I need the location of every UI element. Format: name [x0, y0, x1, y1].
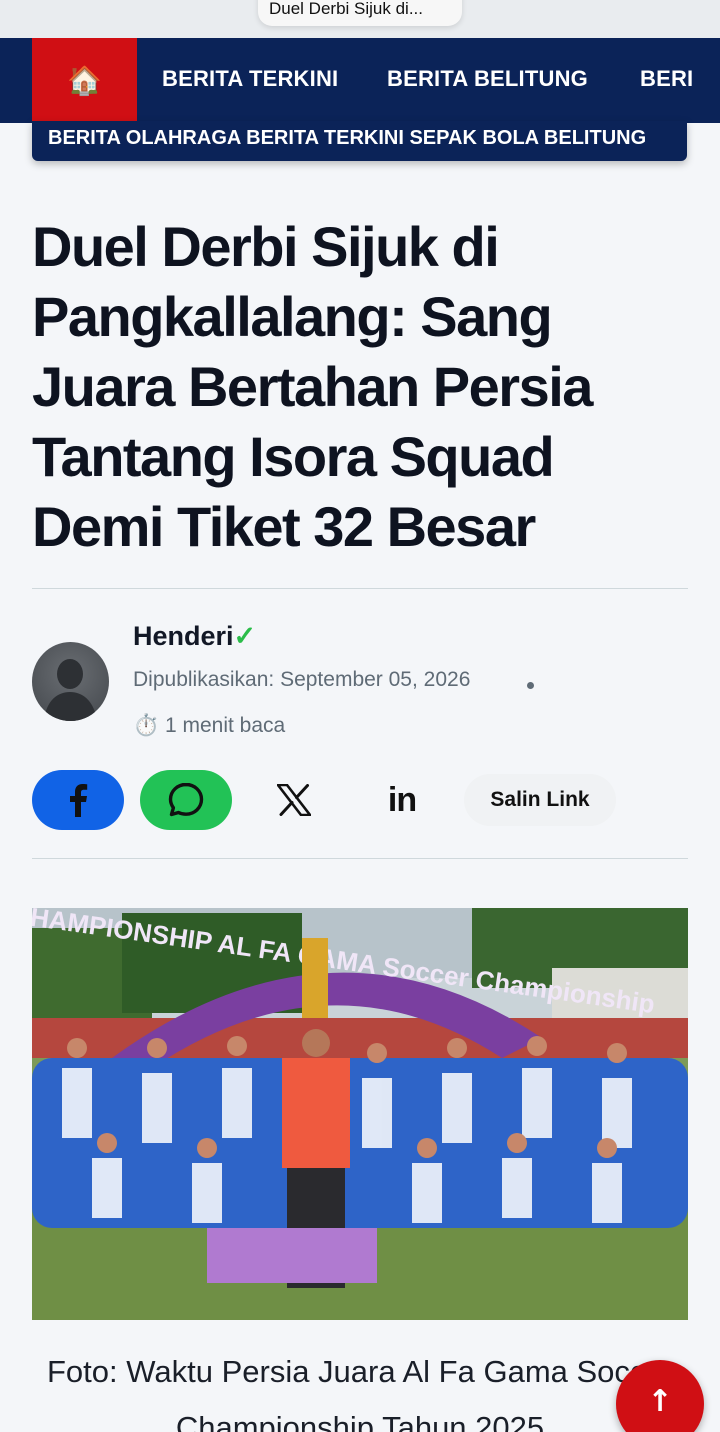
verified-check-icon: ✓ [233, 621, 257, 651]
category-bar[interactable]: BERITA OLAHRAGA BERITA TERKINI SEPAK BOL… [32, 121, 687, 161]
published-date: Dipublikasikan: September 05, 2026 [133, 668, 471, 691]
arrow-up-icon: ↑ [647, 1383, 673, 1419]
nav-item-berita-more[interactable]: BERI [640, 38, 693, 123]
share-whatsapp-button[interactable] [140, 770, 232, 830]
category-labels[interactable]: BERITA OLAHRAGA BERITA TERKINI SEPAK BOL… [48, 127, 646, 150]
nav-item-berita-terkini[interactable]: BERITA TERKINI [162, 38, 338, 123]
browser-tab[interactable]: Duel Derbi Sijuk di... [258, 0, 462, 26]
main-nav: 🏠 BERITA TERKINI BERITA BELITUNG BERI [0, 38, 720, 123]
linkedin-icon: in [387, 780, 417, 819]
home-icon: 🏠 [67, 64, 102, 97]
share-facebook-button[interactable] [32, 770, 124, 830]
browser-tab-title: Duel Derbi Sijuk di... [269, 0, 424, 18]
title-line: Juara Bertahan Persia [32, 355, 593, 418]
divider [32, 588, 688, 589]
author-name-text[interactable]: Henderi [133, 621, 234, 651]
read-time: ⏱️ 1 menit baca [133, 714, 286, 737]
nav-item-berita-belitung[interactable]: BERITA BELITUNG [387, 38, 588, 123]
browser-top-bar: Duel Derbi Sijuk di... [0, 0, 720, 38]
article-photo[interactable]: CHAMPIONSHIP AL FA GAMA Soccer Champions… [32, 908, 688, 1320]
separator-dot [527, 682, 534, 689]
title-line: Duel Derbi Sijuk di [32, 215, 500, 278]
title-line: Pangkallalang: Sang [32, 285, 553, 348]
copy-link-button[interactable]: Salin Link [464, 774, 616, 826]
whatsapp-icon [168, 782, 204, 817]
x-icon [277, 784, 311, 816]
facebook-icon [70, 784, 88, 817]
copy-link-label: Salin Link [490, 788, 590, 811]
share-linkedin-button[interactable]: in [356, 770, 448, 830]
avatar-silhouette-icon [44, 659, 97, 721]
article-title: Duel Derbi Sijuk di Pangkallalang: Sang … [32, 212, 692, 562]
title-line: Demi Tiket 32 Besar [32, 495, 536, 558]
title-line: Tantang Isora Squad [32, 425, 555, 488]
photo-caption: Foto: Waktu Persia Juara Al Fa Gama Socc… [47, 1354, 673, 1432]
home-button[interactable]: 🏠 [32, 38, 137, 123]
share-x-button[interactable] [248, 770, 340, 830]
divider [32, 858, 688, 859]
author-name[interactable]: Henderi✓ [133, 621, 256, 652]
team-celebration-photo: CHAMPIONSHIP AL FA GAMA Soccer Champions… [32, 908, 688, 1320]
author-avatar[interactable] [32, 642, 109, 721]
